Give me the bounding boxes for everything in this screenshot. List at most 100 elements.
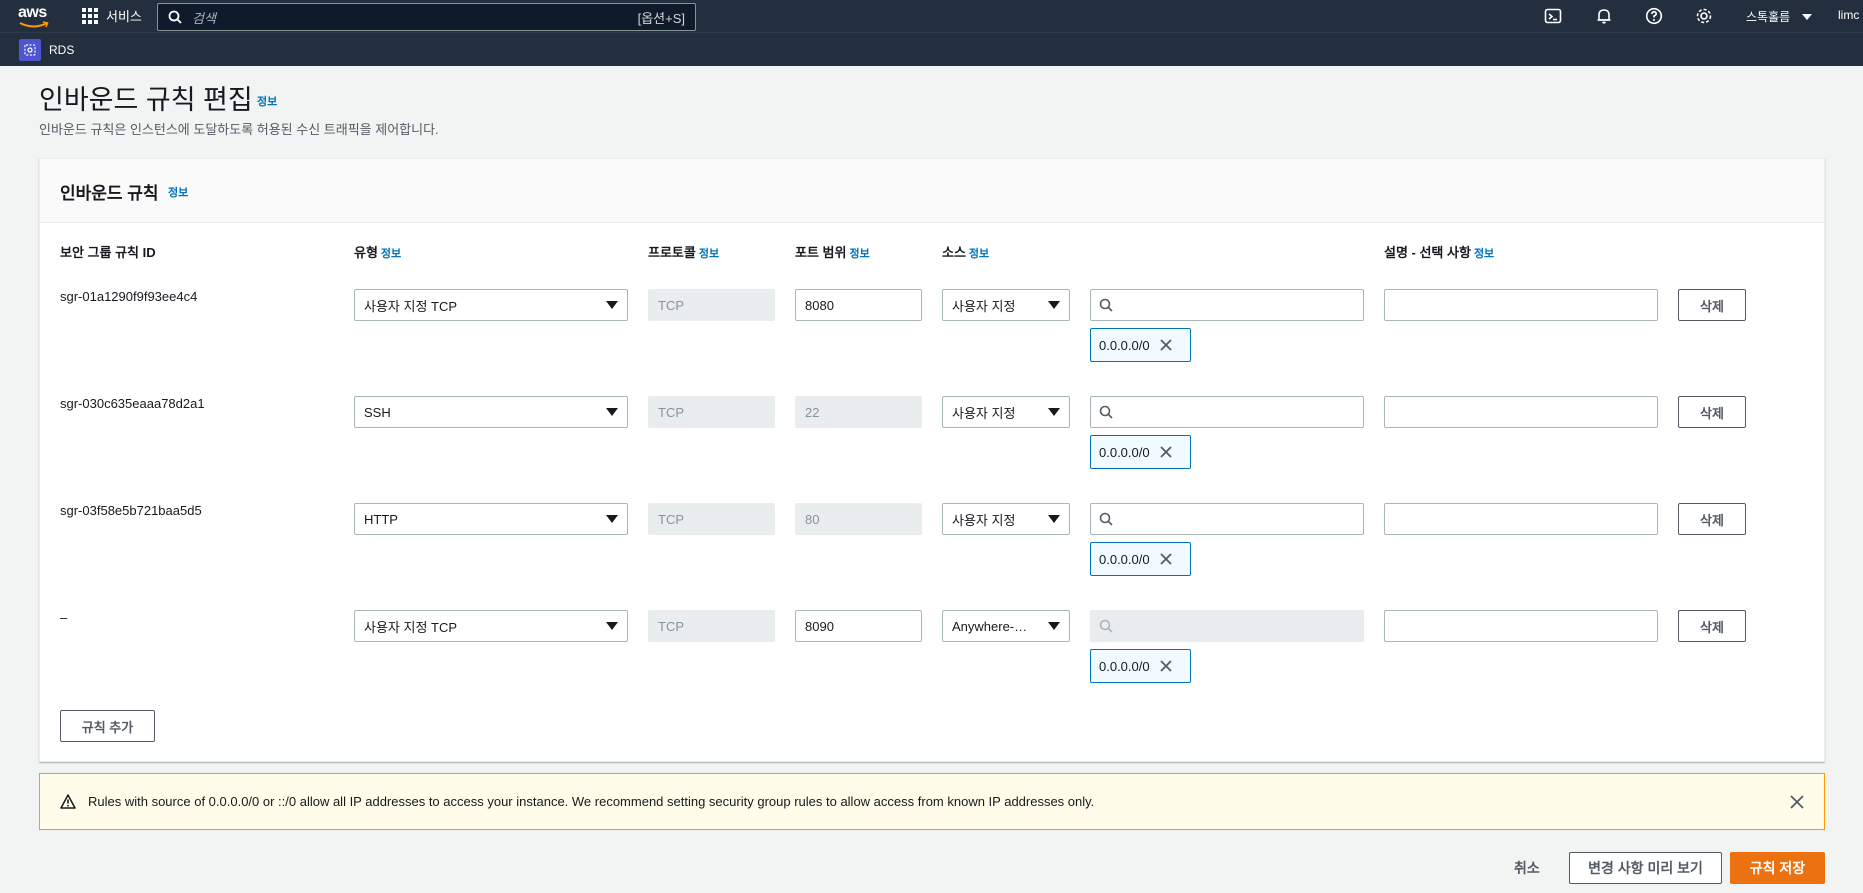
port-range-field: 22	[795, 396, 922, 428]
cidr-value: 0.0.0.0/0	[1099, 444, 1150, 460]
cidr-value: 0.0.0.0/0	[1099, 658, 1150, 674]
type-select[interactable]: SSH	[354, 396, 628, 428]
source-search-input[interactable]	[1090, 289, 1364, 321]
preview-changes-button[interactable]: 변경 사항 미리 보기	[1569, 852, 1722, 884]
rds-service-link[interactable]: RDS	[19, 39, 74, 61]
remove-cidr-icon[interactable]	[1159, 446, 1172, 458]
terminal-icon[interactable]	[1543, 6, 1563, 26]
caret-down-icon	[606, 515, 618, 523]
description-input[interactable]	[1384, 503, 1658, 535]
search-shortcut: [옵션+S]	[637, 10, 685, 26]
rule-id: –	[60, 610, 68, 625]
inbound-rules-panel: 인바운드 규칙 정보 보안 그룹 규칙 ID 유형 정보 프로토콜 정보 포트 범위…	[39, 158, 1825, 762]
delete-rule-button[interactable]: 삭제	[1678, 396, 1746, 428]
page-info-link[interactable]: 정보	[257, 93, 277, 109]
page-title: 인바운드 규칙 편집	[39, 85, 253, 115]
source-type-select[interactable]: 사용자 지정	[942, 289, 1070, 321]
help-icon[interactable]	[1644, 6, 1664, 26]
page-description: 인바운드 규칙은 인스턴스에 도달하도록 허용된 수신 트래픽을 제어합니다.	[39, 122, 439, 137]
caret-down-icon	[1048, 515, 1060, 523]
protocol-field: TCP	[648, 610, 775, 642]
aws-smile-icon	[19, 21, 49, 28]
type-select[interactable]: 사용자 지정 TCP	[354, 610, 628, 642]
description-input[interactable]	[1384, 610, 1658, 642]
add-rule-button[interactable]: 규칙 추가	[60, 710, 155, 742]
column-header-type: 유형 정보	[354, 245, 402, 260]
type-select[interactable]: HTTP	[354, 503, 628, 535]
source-info-link[interactable]: 정보	[969, 248, 989, 260]
column-header-source: 소스 정보	[942, 245, 990, 260]
warning-icon	[60, 794, 76, 809]
type-info-link[interactable]: 정보	[381, 248, 401, 260]
caret-down-icon	[1048, 301, 1060, 309]
panel-title: 인바운드 규칙	[60, 184, 159, 203]
search-icon	[1099, 405, 1113, 419]
delete-rule-button[interactable]: 삭제	[1678, 610, 1746, 642]
source-search-input[interactable]	[1090, 503, 1364, 535]
port-range-info-link[interactable]: 정보	[849, 248, 869, 260]
service-bar: RDS	[0, 32, 1863, 66]
caret-down-icon	[1048, 622, 1060, 630]
alert-message: Rules with source of 0.0.0.0/0 or ::/0 a…	[88, 794, 1095, 809]
search-icon	[168, 10, 182, 24]
type-select[interactable]: 사용자 지정 TCP	[354, 289, 628, 321]
remove-cidr-icon[interactable]	[1159, 339, 1172, 351]
aws-logo[interactable]: aws	[18, 4, 52, 28]
caret-down-icon	[606, 301, 618, 309]
protocol-field: TCP	[648, 396, 775, 428]
source-type-select[interactable]: 사용자 지정	[942, 396, 1070, 428]
rule-row: – 사용자 지정 TCP TCP 8090 Anywhere-… 0.0.0.0…	[40, 610, 1824, 700]
rule-row: sgr-03f58e5b721baa5d5 HTTP TCP 80 사용자 지정…	[40, 503, 1824, 593]
bell-icon[interactable]	[1594, 6, 1614, 26]
caret-down-icon	[1048, 408, 1060, 416]
services-menu-button[interactable]: 서비스	[82, 6, 142, 25]
save-rules-button[interactable]: 규칙 저장	[1730, 852, 1825, 884]
delete-rule-button[interactable]: 삭제	[1678, 289, 1746, 321]
grid-icon	[82, 7, 98, 24]
caret-down-icon	[1802, 13, 1813, 20]
region-selector[interactable]: 스톡홀름	[1746, 8, 1813, 25]
description-input[interactable]	[1384, 289, 1658, 321]
search-placeholder: 검색	[192, 10, 216, 26]
aws-logo-text: aws	[18, 4, 47, 21]
rule-id: sgr-03f58e5b721baa5d5	[60, 503, 202, 518]
cancel-button[interactable]: 취소	[1514, 858, 1540, 878]
delete-rule-button[interactable]: 삭제	[1678, 503, 1746, 535]
caret-down-icon	[606, 408, 618, 416]
cidr-token: 0.0.0.0/0	[1090, 542, 1191, 576]
remove-cidr-icon[interactable]	[1159, 553, 1172, 565]
port-range-input[interactable]: 8080	[795, 289, 922, 321]
port-range-input[interactable]: 8090	[795, 610, 922, 642]
description-info-link[interactable]: 정보	[1474, 248, 1494, 260]
column-header-description: 설명 - 선택 사항 정보	[1384, 245, 1495, 260]
column-header-port-range: 포트 범위 정보	[795, 245, 870, 260]
caret-down-icon	[606, 622, 618, 630]
port-range-field: 80	[795, 503, 922, 535]
close-icon[interactable]	[1790, 794, 1804, 809]
description-input[interactable]	[1384, 396, 1658, 428]
user-menu[interactable]: limc	[1838, 8, 1859, 22]
rule-id: sgr-01a1290f9f93ee4c4	[60, 289, 198, 304]
search-icon	[1099, 619, 1113, 633]
region-label: 스톡홀름	[1746, 10, 1791, 24]
services-label: 서비스	[106, 9, 142, 24]
rule-row: sgr-01a1290f9f93ee4c4 사용자 지정 TCP TCP 808…	[40, 289, 1824, 379]
rule-id: sgr-030c635eaaa78d2a1	[60, 396, 205, 411]
search-icon	[1099, 512, 1113, 526]
source-type-select[interactable]: Anywhere-…	[942, 610, 1070, 642]
search-icon	[1099, 298, 1113, 312]
cidr-value: 0.0.0.0/0	[1099, 551, 1150, 567]
user-label: limc	[1838, 8, 1860, 22]
protocol-info-link[interactable]: 정보	[699, 248, 719, 260]
source-type-select[interactable]: 사용자 지정	[942, 503, 1070, 535]
panel-header: 인바운드 규칙 정보	[40, 159, 1824, 223]
panel-info-link[interactable]: 정보	[168, 184, 188, 200]
remove-cidr-icon[interactable]	[1159, 660, 1172, 672]
column-header-rule-id: 보안 그룹 규칙 ID	[60, 245, 156, 260]
global-search-input[interactable]: 검색 [옵션+S]	[157, 3, 696, 31]
settings-icon[interactable]	[1694, 6, 1714, 26]
warning-alert: Rules with source of 0.0.0.0/0 or ::/0 a…	[39, 773, 1825, 830]
column-header-protocol: 프로토콜 정보	[648, 245, 720, 260]
cidr-token: 0.0.0.0/0	[1090, 435, 1191, 469]
source-search-input[interactable]	[1090, 396, 1364, 428]
